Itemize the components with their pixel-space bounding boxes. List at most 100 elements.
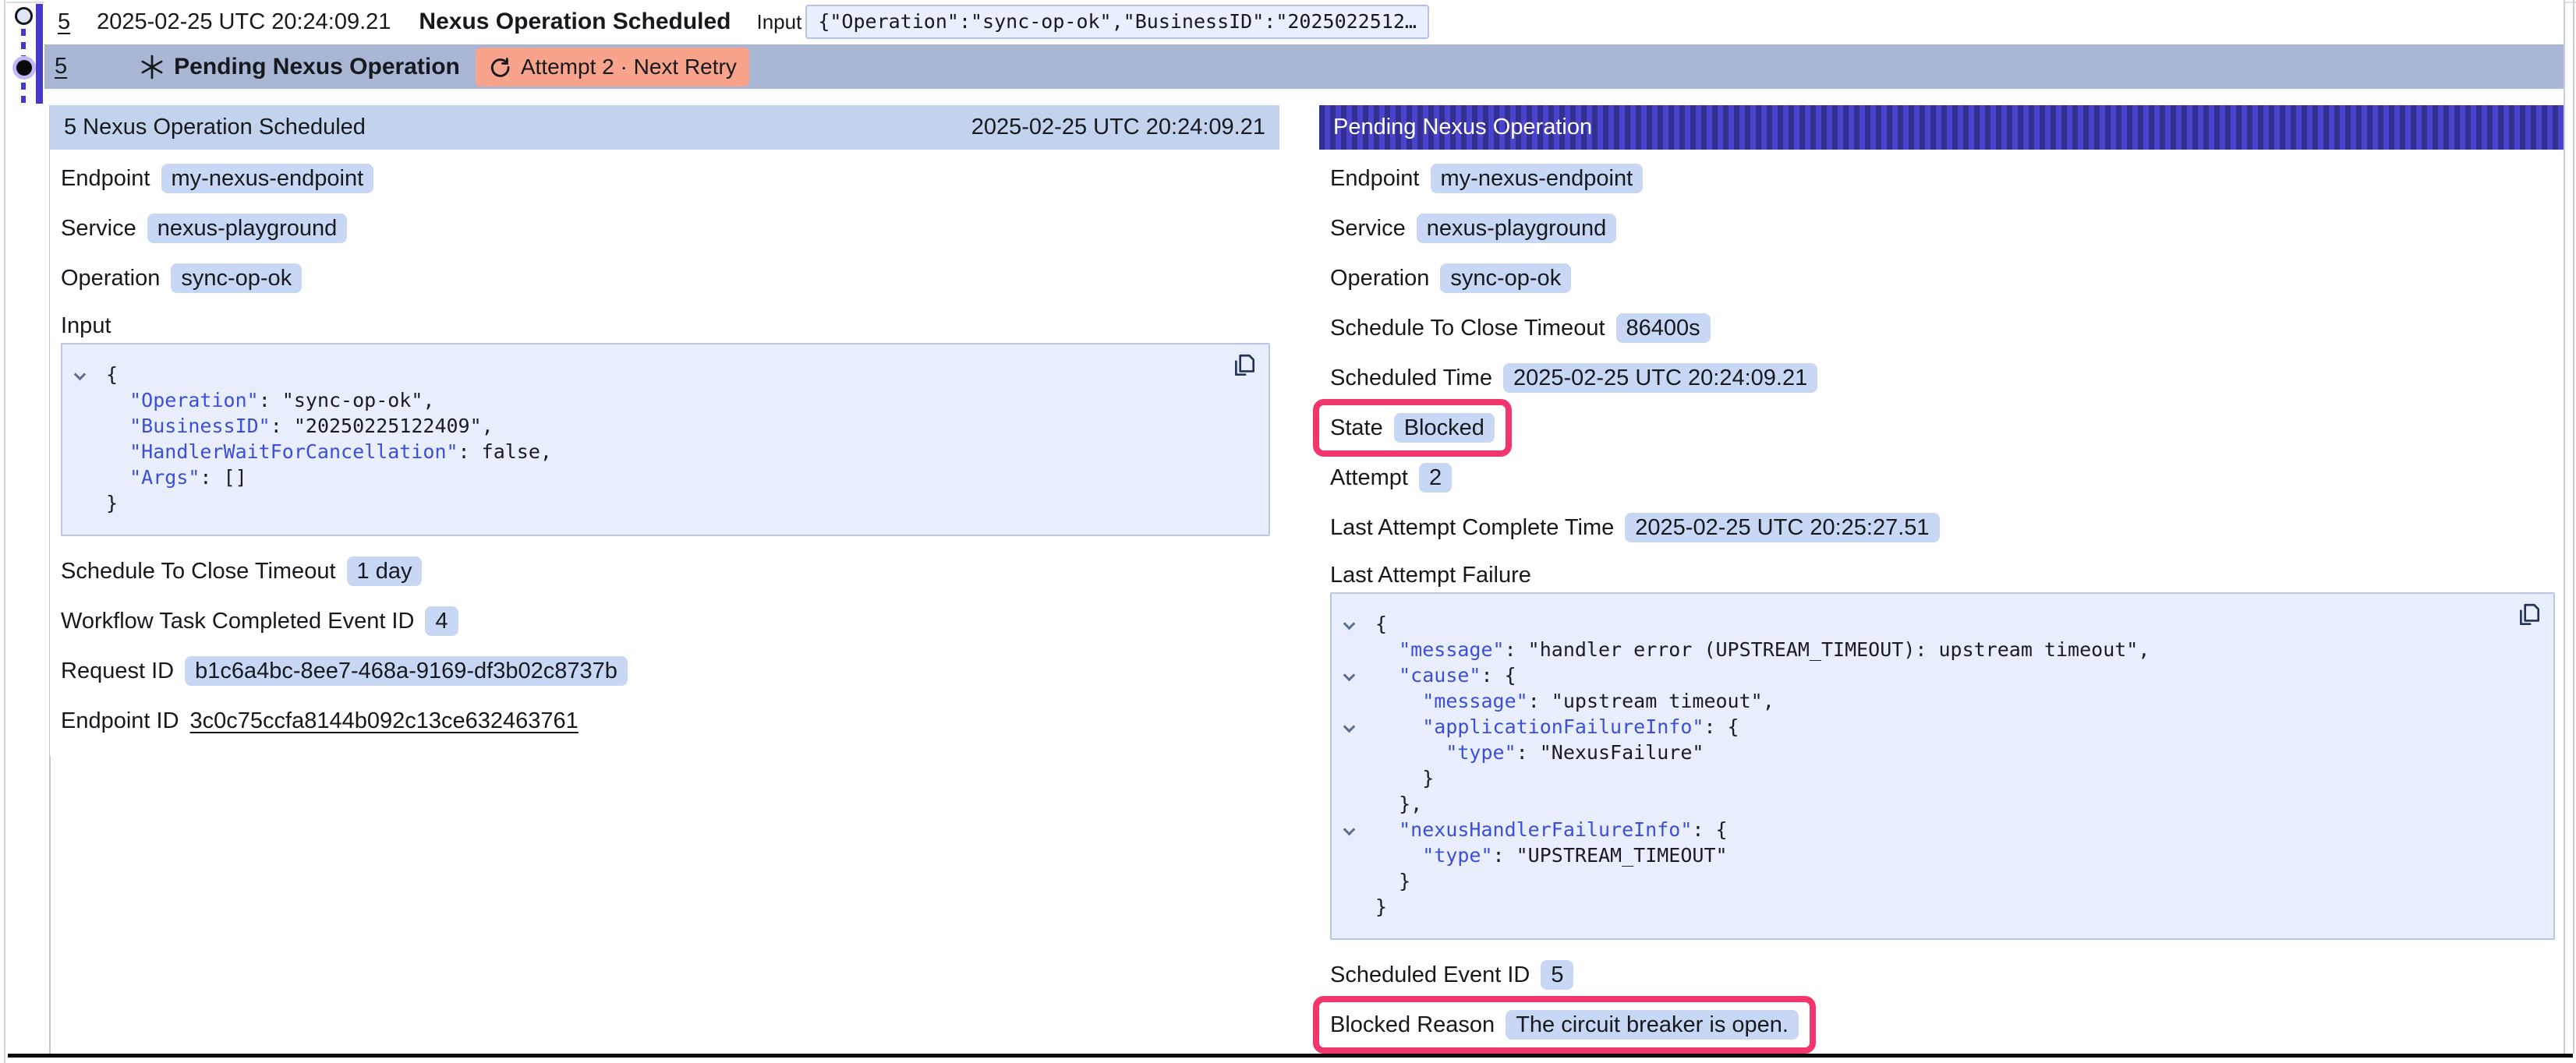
field-value-chip: 2025-02-25 UTC 20:25:27.51 bbox=[1625, 513, 1939, 542]
input-section-label: Input bbox=[50, 313, 1279, 338]
field-row: Endpoint my-nexus-endpoint bbox=[1319, 164, 2564, 193]
field-row: Schedule To Close Timeout 86400s bbox=[1319, 313, 2564, 343]
code-line: "HandlerWaitForCancellation": false, bbox=[62, 439, 1269, 464]
field-label: Blocked Reason bbox=[1330, 1012, 1495, 1038]
code-line: "type": "NexusFailure" bbox=[1332, 740, 2553, 765]
panel-pending-nexus-operation: Pending Nexus Operation Endpoint my-nexu… bbox=[1319, 105, 2564, 1060]
code-line: "Args": [] bbox=[62, 464, 1269, 490]
blocked-reason-value-chip: The circuit breaker is open. bbox=[1506, 1010, 1799, 1040]
code-line: "cause": { bbox=[1332, 662, 2553, 688]
event-title: Nexus Operation Scheduled bbox=[419, 9, 731, 35]
field-value-chip: nexus-playground bbox=[1417, 214, 1617, 243]
code-line: "Operation": "sync-op-ok", bbox=[62, 387, 1269, 413]
field-label: State bbox=[1330, 415, 1383, 441]
field-value-chip: b1c6a4bc-8ee7-468a-9169-df3b02c8737b bbox=[185, 656, 628, 686]
timeline-dashed-connector bbox=[21, 83, 26, 104]
window-bottom-edge bbox=[8, 1054, 2573, 1058]
code-line: "message": "upstream timeout", bbox=[1332, 688, 2553, 714]
field-label: Endpoint ID bbox=[61, 708, 179, 734]
field-label: Service bbox=[1330, 216, 1406, 242]
input-preview-chip[interactable]: {"Operation":"sync-op-ok","BusinessID":"… bbox=[805, 5, 1429, 39]
field-label: Request ID bbox=[61, 659, 174, 684]
field-value-chip: nexus-playground bbox=[147, 214, 348, 243]
asterisk-icon bbox=[139, 54, 165, 80]
field-value-chip: sync-op-ok bbox=[1440, 263, 1571, 293]
field-row: Request ID b1c6a4bc-8ee7-468a-9169-df3b0… bbox=[50, 656, 1279, 686]
panel-timestamp: 2025-02-25 UTC 20:24:09.21 bbox=[971, 115, 1265, 140]
field-label: Attempt bbox=[1330, 465, 1408, 491]
field-value-chip: 4 bbox=[425, 606, 458, 636]
field-value-chip: 86400s bbox=[1616, 313, 1711, 343]
code-line: { bbox=[1332, 611, 2553, 637]
field-value-chip: my-nexus-endpoint bbox=[1431, 164, 1644, 193]
event-id-link[interactable]: 5 bbox=[58, 9, 70, 35]
code-line: }, bbox=[1332, 791, 2553, 817]
endpoint-id-link[interactable]: 3c0c75ccfa8144b092c13ce632463761 bbox=[190, 708, 579, 734]
event-row-scheduled[interactable]: 5 2025-02-25 UTC 20:24:09.21 Nexus Opera… bbox=[44, 0, 2565, 44]
field-label: Workflow Task Completed Event ID bbox=[61, 609, 414, 634]
code-line: "applicationFailureInfo": { bbox=[1332, 714, 2553, 740]
json-viewer: { "message": "handler error (UPSTREAM_TI… bbox=[1332, 611, 2553, 920]
event-row-pending[interactable]: 5 Pending Nexus Operation Attempt 2 · Ne… bbox=[44, 44, 2565, 89]
event-timestamp: 2025-02-25 UTC 20:24:09.21 bbox=[97, 9, 391, 35]
field-row: Scheduled Event ID 5 bbox=[1319, 960, 2564, 990]
state-annotation-box: State Blocked bbox=[1313, 399, 1512, 457]
state-value-chip: Blocked bbox=[1394, 413, 1495, 443]
field-label: Operation bbox=[1330, 266, 1429, 291]
code-line: "BusinessID": "20250225122409", bbox=[62, 413, 1269, 439]
field-label: Scheduled Event ID bbox=[1330, 962, 1530, 988]
collapse-chevron-icon[interactable] bbox=[1343, 824, 1356, 836]
collapse-chevron-icon[interactable] bbox=[74, 369, 87, 381]
input-label: Input bbox=[757, 10, 802, 34]
code-line: "nexusHandlerFailureInfo": { bbox=[1332, 817, 2553, 842]
field-row: Service nexus-playground bbox=[50, 214, 1279, 243]
field-row: Endpoint ID 3c0c75ccfa8144b092c13ce63246… bbox=[50, 706, 1279, 736]
panel-title: 5 Nexus Operation Scheduled bbox=[64, 115, 366, 140]
panel-title: Pending Nexus Operation bbox=[1333, 115, 1592, 140]
page-right-border bbox=[2573, 0, 2574, 1054]
field-value-chip: my-nexus-endpoint bbox=[161, 164, 374, 193]
field-row: Service nexus-playground bbox=[1319, 214, 2564, 243]
field-label: Scheduled Time bbox=[1330, 366, 1492, 391]
selected-event-marker-icon bbox=[16, 60, 32, 76]
field-label: Last Attempt Complete Time bbox=[1330, 515, 1614, 541]
collapse-chevron-icon[interactable] bbox=[1343, 669, 1356, 682]
panel-nexus-operation-scheduled: 5 Nexus Operation Scheduled 2025-02-25 U… bbox=[50, 105, 1279, 756]
event-marker-icon bbox=[15, 7, 33, 25]
field-row: Attempt 2 bbox=[1319, 463, 2564, 493]
input-code-block: { "Operation": "sync-op-ok", "BusinessID… bbox=[61, 343, 1270, 536]
code-line: "type": "UPSTREAM_TIMEOUT" bbox=[1332, 842, 2553, 868]
field-value-chip: 5 bbox=[1541, 960, 1573, 990]
page-right-border bbox=[2564, 0, 2565, 1054]
state-field-row: State Blocked bbox=[1319, 413, 2564, 443]
field-value-chip: 2025-02-25 UTC 20:24:09.21 bbox=[1503, 363, 1817, 393]
field-row: Schedule To Close Timeout 1 day bbox=[50, 556, 1279, 586]
field-label: Operation bbox=[61, 266, 160, 291]
code-line: } bbox=[1332, 765, 2553, 791]
field-value-chip: 2 bbox=[1419, 463, 1452, 493]
event-id-link[interactable]: 5 bbox=[55, 54, 67, 79]
blocked-reason-field-row: Blocked Reason The circuit breaker is op… bbox=[1319, 1010, 2564, 1040]
field-row: Endpoint my-nexus-endpoint bbox=[50, 164, 1279, 193]
blocked-reason-annotation-box: Blocked Reason The circuit breaker is op… bbox=[1313, 996, 1816, 1054]
code-line: { bbox=[62, 362, 1269, 387]
pending-panel-header: Pending Nexus Operation bbox=[1319, 105, 2564, 150]
field-row: Workflow Task Completed Event ID 4 bbox=[50, 606, 1279, 636]
field-label: Endpoint bbox=[61, 166, 150, 192]
field-row: Operation sync-op-ok bbox=[50, 263, 1279, 293]
field-label: Service bbox=[61, 216, 136, 242]
field-label: Endpoint bbox=[1330, 166, 1420, 192]
json-viewer: { "Operation": "sync-op-ok", "BusinessID… bbox=[62, 362, 1269, 516]
retry-badge-label: Attempt 2 · Next Retry bbox=[521, 55, 737, 79]
retry-badge: Attempt 2 · Next Retry bbox=[476, 48, 749, 87]
retry-icon bbox=[488, 55, 511, 79]
collapse-chevron-icon[interactable] bbox=[1343, 618, 1356, 630]
collapse-chevron-icon[interactable] bbox=[1343, 721, 1356, 733]
code-line: } bbox=[1332, 868, 2553, 894]
code-line: "message": "handler error (UPSTREAM_TIME… bbox=[1332, 637, 2553, 662]
failure-section-label: Last Attempt Failure bbox=[1319, 563, 2564, 588]
timeline-dashed-connector bbox=[21, 29, 26, 56]
field-row: Last Attempt Complete Time 2025-02-25 UT… bbox=[1319, 513, 2564, 542]
event-history-page: 5 2025-02-25 UTC 20:24:09.21 Nexus Opera… bbox=[0, 0, 2576, 1063]
failure-code-block: { "message": "handler error (UPSTREAM_TI… bbox=[1330, 592, 2555, 940]
